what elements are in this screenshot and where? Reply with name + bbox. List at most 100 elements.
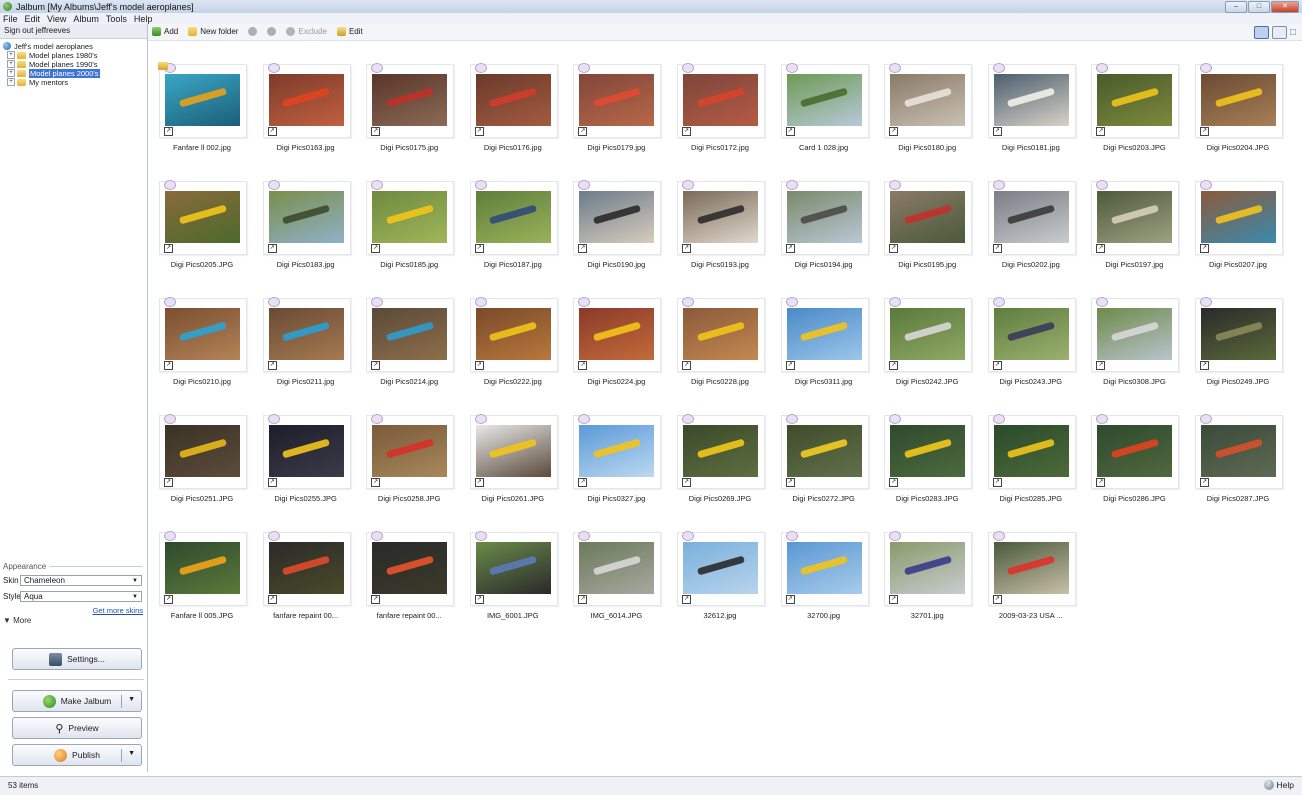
- thumbnail-item[interactable]: ↗ 2009-03-23 USA ...: [981, 526, 1081, 638]
- thumbnail-item[interactable]: ↗ Fanfare ll 002.jpg: [152, 58, 252, 170]
- comment-bubble-icon[interactable]: [578, 63, 591, 73]
- thumbnail-item[interactable]: ↗ Digi Pics0285.JPG: [981, 409, 1081, 521]
- details-view-icon[interactable]: [1271, 26, 1287, 39]
- comment-bubble-icon[interactable]: [682, 531, 694, 541]
- comment-bubble-icon[interactable]: [164, 297, 176, 307]
- menu-edit[interactable]: Edit: [25, 14, 41, 24]
- tree-item-2000s[interactable]: + Model planes 2000's: [3, 68, 147, 78]
- thumbnail-item[interactable]: ↗ Card 1 028.jpg: [774, 58, 874, 170]
- help-button[interactable]: ? Help: [1263, 780, 1294, 790]
- thumbnail-item[interactable]: ↗ Digi Pics0269.JPG: [670, 409, 770, 521]
- comment-bubble-icon[interactable]: [785, 180, 798, 190]
- thumbnail-item[interactable]: ↗ 32701.jpg: [877, 526, 977, 638]
- comment-bubble-icon[interactable]: [785, 531, 798, 541]
- comment-bubble-icon[interactable]: [267, 531, 280, 541]
- thumbnail-item[interactable]: ↗ Digi Pics0283.JPG: [877, 409, 977, 521]
- menu-file[interactable]: File: [3, 14, 18, 24]
- thumbnail-item[interactable]: ↗ IMG_6014.JPG: [566, 526, 666, 638]
- tree-item-1990s[interactable]: + Model planes 1990's: [3, 60, 147, 69]
- thumbnail-item[interactable]: ↗ Digi Pics0176.jpg: [463, 58, 563, 170]
- comment-bubble-icon[interactable]: [474, 414, 487, 424]
- comment-bubble-icon[interactable]: [992, 414, 1005, 424]
- comment-bubble-icon[interactable]: [474, 297, 487, 307]
- settings-button[interactable]: Settings...: [12, 648, 142, 670]
- comment-bubble-icon[interactable]: [889, 414, 902, 424]
- comment-bubble-icon[interactable]: [371, 531, 384, 541]
- chevron-down-icon[interactable]: ▼: [128, 696, 135, 703]
- tree-root[interactable]: Jeff's model aeroplanes: [3, 42, 147, 51]
- comment-bubble-icon[interactable]: [992, 63, 1005, 73]
- menu-help[interactable]: Help: [134, 14, 153, 24]
- thumbnail-item[interactable]: ↗ Digi Pics0211.jpg: [256, 292, 356, 404]
- thumbnail-item[interactable]: ↗ Digi Pics0185.jpg: [359, 175, 459, 287]
- thumbnail-item[interactable]: ↗ Digi Pics0249.JPG: [1188, 292, 1288, 404]
- comment-bubble-icon[interactable]: [682, 180, 694, 190]
- thumbnail-item[interactable]: ↗ Digi Pics0261.JPG: [463, 409, 563, 521]
- thumbnail-item[interactable]: ↗ Digi Pics0197.jpg: [1084, 175, 1184, 287]
- style-select[interactable]: Aqua ▼: [20, 591, 142, 602]
- more-toggle[interactable]: ▼ More: [0, 616, 147, 625]
- comment-bubble-icon[interactable]: [1096, 297, 1109, 307]
- comment-bubble-icon[interactable]: [371, 297, 384, 307]
- comment-bubble-icon[interactable]: [578, 414, 591, 424]
- expand-icon[interactable]: +: [7, 69, 15, 77]
- comment-bubble-icon[interactable]: [164, 414, 176, 424]
- comment-bubble-icon[interactable]: [578, 180, 591, 190]
- thumbnail-item[interactable]: ↗ Digi Pics0172.jpg: [670, 58, 770, 170]
- tree-item-1980s[interactable]: + Model planes 1980's: [3, 51, 147, 60]
- comment-bubble-icon[interactable]: [578, 297, 591, 307]
- thumbnail-item[interactable]: ↗ Digi Pics0190.jpg: [566, 175, 666, 287]
- edit-button[interactable]: Edit: [336, 27, 363, 36]
- thumbnail-item[interactable]: ↗ Digi Pics0193.jpg: [670, 175, 770, 287]
- thumbnail-item[interactable]: ↗ Digi Pics0210.jpg: [152, 292, 252, 404]
- thumbnail-view-icon[interactable]: [1253, 26, 1269, 39]
- comment-bubble-icon[interactable]: [267, 63, 280, 73]
- comment-bubble-icon[interactable]: [682, 297, 694, 307]
- comment-bubble-icon[interactable]: [474, 180, 487, 190]
- comment-icon[interactable]: □: [1290, 27, 1296, 38]
- menu-tools[interactable]: Tools: [106, 14, 127, 24]
- menu-album[interactable]: Album: [73, 14, 99, 24]
- thumbnail-item[interactable]: ↗ fanfare repaint 00...: [256, 526, 356, 638]
- get-more-skins-link[interactable]: Get more skins: [0, 606, 147, 615]
- comment-bubble-icon[interactable]: [992, 531, 1005, 541]
- thumbnail-item[interactable]: ↗ Digi Pics0308.JPG: [1084, 292, 1184, 404]
- thumbnail-item[interactable]: ↗ 32612.jpg: [670, 526, 770, 638]
- thumbnail-item[interactable]: ↗ Digi Pics0181.jpg: [981, 58, 1081, 170]
- expand-icon[interactable]: +: [7, 78, 15, 86]
- thumbnail-item[interactable]: ↗ Digi Pics0183.jpg: [256, 175, 356, 287]
- exclude-button[interactable]: Exclude: [286, 27, 327, 36]
- sign-out-link[interactable]: Sign out jeffreeves: [0, 24, 147, 39]
- close-button[interactable]: ✕: [1271, 1, 1299, 13]
- expand-icon[interactable]: +: [7, 60, 15, 68]
- thumbnail-item[interactable]: ↗ Digi Pics0272.JPG: [774, 409, 874, 521]
- thumbnail-item[interactable]: ↗ Digi Pics0251.JPG: [152, 409, 252, 521]
- tree-item-mentors[interactable]: + My mentors: [3, 78, 147, 87]
- comment-bubble-icon[interactable]: [889, 63, 902, 73]
- rotate-right-button[interactable]: [267, 27, 277, 36]
- comment-bubble-icon[interactable]: [267, 180, 280, 190]
- thumbnail-item[interactable]: ↗ Digi Pics0228.jpg: [670, 292, 770, 404]
- comment-bubble-icon[interactable]: [474, 531, 487, 541]
- thumbnail-item[interactable]: ↗ fanfare repaint 00...: [359, 526, 459, 638]
- comment-bubble-icon[interactable]: [785, 414, 798, 424]
- preview-button[interactable]: ⚲ Preview: [12, 717, 142, 739]
- comment-bubble-icon[interactable]: [371, 180, 384, 190]
- thumbnail-item[interactable]: ↗ IMG_6001.JPG: [463, 526, 563, 638]
- thumbnail-item[interactable]: ↗ Digi Pics0327.jpg: [566, 409, 666, 521]
- thumbnail-item[interactable]: ↗ 32700.jpg: [774, 526, 874, 638]
- chevron-down-icon[interactable]: ▼: [128, 750, 135, 757]
- comment-bubble-icon[interactable]: [1200, 63, 1212, 73]
- make-jalbum-button[interactable]: Make Jalbum ▼: [12, 690, 142, 712]
- thumbnail-item[interactable]: ↗ Digi Pics0207.jpg: [1188, 175, 1288, 287]
- thumbnail-item[interactable]: ↗ Digi Pics0214.jpg: [359, 292, 459, 404]
- comment-bubble-icon[interactable]: [889, 180, 902, 190]
- thumbnail-item[interactable]: ↗ Digi Pics0187.jpg: [463, 175, 563, 287]
- thumbnail-item[interactable]: ↗ Digi Pics0175.jpg: [359, 58, 459, 170]
- thumbnail-item[interactable]: ↗ Digi Pics0202.jpg: [981, 175, 1081, 287]
- comment-bubble-icon[interactable]: [474, 63, 487, 73]
- comment-bubble-icon[interactable]: [785, 63, 798, 73]
- comment-bubble-icon[interactable]: [371, 63, 384, 73]
- thumbnail-item[interactable]: ↗ Digi Pics0311.jpg: [774, 292, 874, 404]
- comment-bubble-icon[interactable]: [578, 531, 591, 541]
